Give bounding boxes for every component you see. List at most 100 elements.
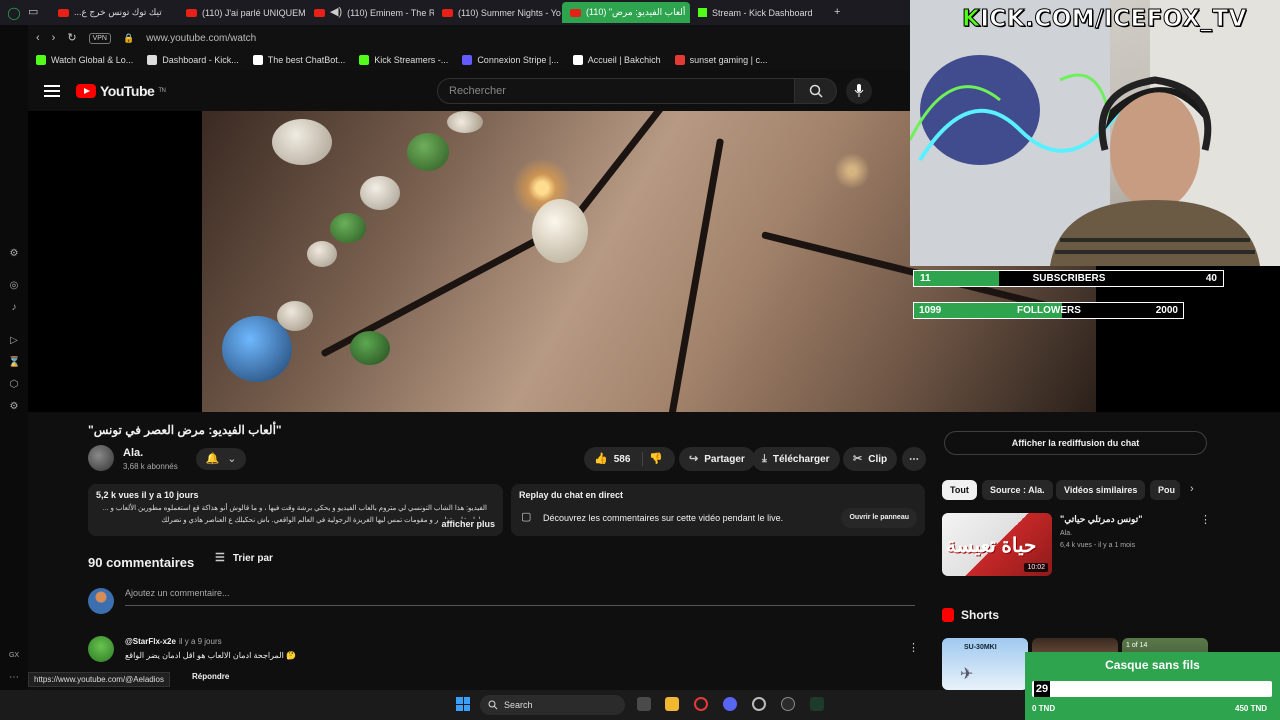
bookmark-7[interactable]: sunset gaming | c... bbox=[674, 55, 767, 65]
goal-title: Casque sans fils bbox=[1105, 658, 1200, 672]
chip-more[interactable]: Pou bbox=[1150, 480, 1180, 500]
bookmark-label: Dashboard - Kick... bbox=[162, 55, 239, 65]
tab-1[interactable]: تيك توك تونس خرج ع... bbox=[50, 2, 178, 23]
comment-text: المراجحة ادمان الالعاب هو اقل ادمان يضر … bbox=[125, 651, 297, 660]
reload-icon[interactable]: ↻ bbox=[67, 32, 76, 44]
discord-icon[interactable] bbox=[723, 697, 737, 711]
related-more-icon[interactable]: ⋮ bbox=[1200, 515, 1211, 526]
reply-button[interactable]: Répondre bbox=[192, 672, 229, 681]
chevron-right-icon[interactable]: › bbox=[1190, 484, 1194, 495]
clip-button[interactable]: ✂ Clip bbox=[843, 447, 898, 471]
channel-name[interactable]: Ala. bbox=[123, 447, 143, 459]
history-icon[interactable]: ⌛ bbox=[8, 357, 20, 369]
marble bbox=[222, 316, 292, 382]
bookmark-5[interactable]: Connexion Stripe |... bbox=[462, 55, 559, 65]
kick-channel-url: KICK.COM/ICEFOX_TV bbox=[961, 6, 1246, 33]
thumbs-up-icon[interactable]: 👍 bbox=[594, 453, 608, 465]
vpn-badge[interactable]: VPN bbox=[88, 32, 111, 44]
new-tab-icon[interactable]: + bbox=[834, 7, 840, 18]
bookmark-favicon-icon bbox=[462, 55, 473, 65]
tab-2[interactable]: (110) J'ai parlé UNIQUEM bbox=[178, 2, 306, 23]
open-panel-button[interactable]: Ouvrir le panneau bbox=[841, 508, 917, 528]
tab-label: (110) "ألعاب الفيديو: مرض bbox=[586, 7, 686, 17]
bookmark-favicon-icon bbox=[252, 55, 263, 65]
description-text: الفيديو: هذا الشاب التونسي لي متروم بالع… bbox=[102, 505, 487, 524]
share-button[interactable]: ↪ Partager bbox=[679, 447, 755, 471]
show-more-link[interactable]: afficher plus bbox=[438, 519, 495, 529]
windows-start-icon[interactable] bbox=[456, 697, 470, 711]
bookmark-1[interactable]: Watch Global & Lo... bbox=[36, 55, 133, 65]
youtube-logo[interactable]: YouTube TN bbox=[76, 83, 166, 99]
bot-icon[interactable]: ⚙ bbox=[8, 248, 20, 260]
settings-icon[interactable]: ⚙ bbox=[8, 401, 20, 413]
streamer-webcam bbox=[910, 0, 1280, 266]
url-field[interactable]: www.youtube.com/watch bbox=[146, 33, 256, 44]
bookmark-4[interactable]: Kick Streamers -... bbox=[359, 55, 448, 65]
marble bbox=[447, 111, 483, 133]
more-icon[interactable]: ⋯ bbox=[8, 672, 20, 684]
app-icon[interactable] bbox=[781, 697, 795, 711]
thumbs-down-icon[interactable]: 👎 bbox=[649, 453, 663, 465]
tiktok-icon[interactable]: ♪ bbox=[8, 302, 20, 314]
browser-sidebar: ◯ ⚙ ◎ ♪ ▷ ⌛ ⬡ ⚙ GX ⋯ bbox=[0, 0, 28, 690]
channel-avatar[interactable] bbox=[88, 445, 114, 471]
chip-all[interactable]: Tout bbox=[942, 480, 977, 500]
task-view-icon[interactable] bbox=[637, 697, 651, 711]
related-video-thumbnail[interactable]: حياة تعيسة 10:02 bbox=[942, 513, 1052, 576]
comment-author-avatar[interactable] bbox=[88, 636, 114, 662]
bookmark-label: The best ChatBot... bbox=[267, 55, 346, 65]
download-button[interactable]: ⤓ Télécharger bbox=[752, 447, 840, 471]
comment-author-name[interactable]: @StarFlx-x2e bbox=[125, 637, 176, 646]
file-explorer-icon[interactable] bbox=[665, 697, 679, 711]
add-comment-input[interactable]: Ajoutez un commentaire... bbox=[125, 588, 915, 606]
opera-logo-icon[interactable]: ◯ bbox=[0, 6, 28, 20]
tab-4[interactable]: (110) Summer Nights - Yo bbox=[434, 2, 562, 23]
search-input[interactable]: Rechercher bbox=[437, 78, 795, 104]
bookmark-favicon-icon bbox=[359, 55, 370, 65]
subscribed-bell-button[interactable]: 🔔 ⌄ bbox=[196, 448, 246, 470]
forward-icon[interactable]: › bbox=[52, 32, 56, 44]
obs-icon[interactable] bbox=[810, 697, 824, 711]
show-chat-replay-button[interactable]: Afficher la rediffusion du chat bbox=[944, 431, 1207, 455]
marble bbox=[330, 213, 366, 243]
tab-3[interactable]: ◀) (110) Eminem - The R bbox=[306, 2, 434, 23]
marble bbox=[350, 331, 390, 365]
tab-workspace-icon[interactable]: ▭ bbox=[28, 7, 50, 18]
logo-text: YouTube bbox=[100, 83, 155, 99]
hamburger-menu-icon[interactable] bbox=[44, 85, 60, 97]
instagram-icon[interactable]: ◎ bbox=[8, 280, 20, 292]
bookmark-favicon-icon bbox=[147, 55, 158, 65]
marble bbox=[532, 199, 588, 263]
tab-6[interactable]: Stream - Kick Dashboard bbox=[690, 2, 830, 23]
search-button[interactable] bbox=[795, 78, 837, 104]
chip-similar[interactable]: Vidéos similaires bbox=[1056, 480, 1146, 500]
voice-search-button[interactable] bbox=[846, 78, 872, 104]
bookmark-6[interactable]: Accueil | Bakchich bbox=[572, 55, 661, 65]
logo-country: TN bbox=[158, 88, 166, 94]
bookmark-3[interactable]: The best ChatBot... bbox=[252, 55, 346, 65]
tab-5-active[interactable]: (110) "ألعاب الفيديو: مرض bbox=[562, 2, 690, 23]
extensions-icon[interactable]: ⬡ bbox=[8, 379, 20, 391]
taskbar-search[interactable]: Search bbox=[480, 695, 625, 715]
comment-more-icon[interactable]: ⋮ bbox=[908, 643, 919, 654]
description-box[interactable]: 5,2 k vues il y a 10 jours الفيديو: هذا … bbox=[88, 484, 503, 536]
chip-source[interactable]: Source : Ala. bbox=[982, 480, 1053, 500]
comment-author[interactable]: @StarFlx-x2e il y a 9 jours bbox=[125, 637, 222, 646]
bookmark-label: Watch Global & Lo... bbox=[51, 55, 134, 65]
related-video-title[interactable]: "تونس دمرتلي حياتي" bbox=[1060, 514, 1142, 525]
back-icon[interactable]: ‹ bbox=[36, 32, 40, 44]
like-count[interactable]: 586 bbox=[614, 454, 631, 465]
chrome-icon[interactable] bbox=[752, 697, 766, 711]
short-1[interactable]: SU-30MKI ✈ bbox=[942, 638, 1028, 690]
opera-gx-icon[interactable] bbox=[694, 697, 708, 711]
subscribers-label: SUBSCRIBERS bbox=[1032, 273, 1106, 284]
related-video-channel[interactable]: Ala. bbox=[1060, 530, 1072, 537]
short-label: SU-30MKI bbox=[964, 644, 997, 651]
player-icon[interactable]: ▷ bbox=[8, 335, 20, 347]
bookmark-favicon-icon bbox=[674, 55, 685, 65]
more-actions-button[interactable]: ⋯ bbox=[902, 447, 926, 471]
sort-button[interactable]: ☰ Trier par bbox=[215, 553, 273, 565]
bookmark-2[interactable]: Dashboard - Kick... bbox=[147, 55, 239, 65]
microphone-icon bbox=[854, 84, 864, 97]
related-video-meta: 6,4 k vues - il y a 1 mois bbox=[1060, 542, 1136, 549]
